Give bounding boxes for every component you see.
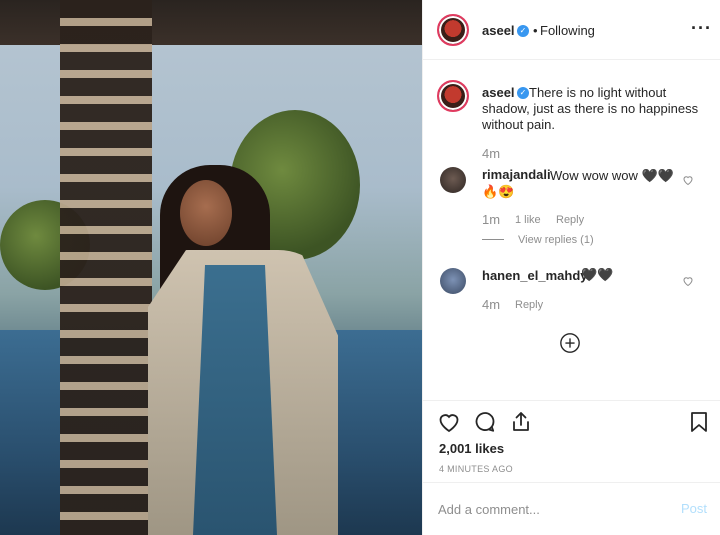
- replies-divider: [482, 239, 504, 240]
- verified-badge-icon: ✓: [517, 25, 529, 37]
- caption-text: There is no light without shadow, just a…: [482, 85, 699, 132]
- likes-count[interactable]: 2,001 likes: [439, 441, 504, 456]
- reply-button[interactable]: Reply: [515, 299, 543, 311]
- like-heart-icon[interactable]: [437, 410, 461, 434]
- pillar-shape: [60, 0, 152, 535]
- caption-time: 4m: [482, 146, 501, 161]
- like-comment-heart-icon[interactable]: [682, 275, 694, 287]
- commenter-avatar[interactable]: [440, 167, 466, 193]
- comment-username[interactable]: hanen_el_mahdy: [482, 268, 588, 283]
- comment-likes-count[interactable]: 1 like: [515, 214, 541, 226]
- comment-emoji-line: 🔥😍: [482, 184, 515, 199]
- author-avatar[interactable]: [437, 14, 469, 46]
- comment-time: 4m: [482, 297, 501, 312]
- comment-time: 1m: [482, 212, 501, 227]
- comment-username[interactable]: rimajandali: [482, 167, 551, 182]
- person-face-shape: [180, 180, 232, 246]
- comment-text: 🖤🖤: [581, 267, 614, 282]
- commenter-avatar[interactable]: [440, 268, 466, 294]
- caption-author-avatar[interactable]: [437, 80, 469, 112]
- share-icon[interactable]: [509, 410, 533, 434]
- comment-bubble-icon[interactable]: [473, 410, 497, 434]
- author-username[interactable]: aseel: [482, 23, 515, 38]
- post-comment-button[interactable]: Post: [681, 501, 707, 516]
- post-side-panel: aseel ✓ • Following ··· aseel ✓ There is…: [422, 0, 720, 535]
- add-comment-bar: Post: [423, 482, 720, 535]
- post-timestamp: 4 MINUTES AGO: [439, 464, 513, 474]
- post-photo[interactable]: [0, 0, 422, 535]
- view-replies-button[interactable]: View replies (1): [518, 234, 594, 246]
- post-header: aseel ✓ • Following ···: [423, 0, 720, 60]
- add-comment-input[interactable]: [438, 499, 658, 519]
- follow-separator: •: [533, 23, 538, 38]
- reply-button[interactable]: Reply: [556, 214, 584, 226]
- bookmark-icon[interactable]: [687, 410, 711, 434]
- following-button[interactable]: Following: [540, 23, 595, 38]
- actions-divider: [423, 400, 720, 402]
- comment-text: Wow wow wow 🖤🖤: [550, 168, 674, 183]
- load-more-comments-icon[interactable]: [559, 332, 581, 354]
- like-comment-heart-icon[interactable]: [682, 174, 694, 186]
- more-options-icon[interactable]: ···: [691, 18, 712, 39]
